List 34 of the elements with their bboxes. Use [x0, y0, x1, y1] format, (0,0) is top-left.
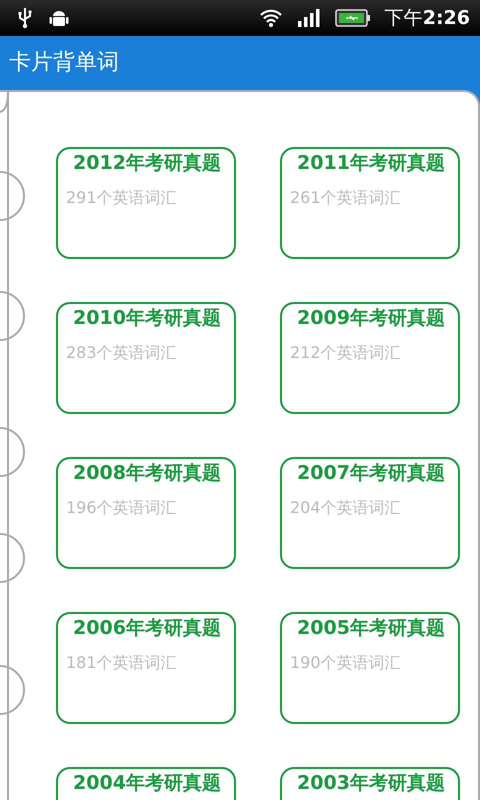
year-card[interactable]: 2003年考研真题 — [280, 767, 460, 800]
year-card[interactable]: 2012年考研真题 291个英语词汇 — [56, 147, 236, 259]
card-title: 2008年考研真题 — [72, 461, 222, 486]
word-count: 283个英语词汇 — [66, 343, 178, 364]
card-title: 2005年考研真题 — [296, 616, 446, 641]
card-title: 2007年考研真题 — [296, 461, 446, 486]
word-count: 181个英语词汇 — [66, 653, 178, 674]
battery-icon — [334, 9, 371, 27]
word-count: 261个英语词汇 — [290, 188, 402, 209]
wifi-icon — [258, 8, 283, 28]
word-count: 212个英语词汇 — [290, 343, 402, 364]
card-title: 2006年考研真题 — [72, 616, 222, 641]
year-card[interactable]: 2007年考研真题 204个英语词汇 — [280, 457, 460, 569]
card-title: 2004年考研真题 — [72, 771, 222, 796]
year-card[interactable]: 2010年考研真题 283个英语词汇 — [56, 302, 236, 414]
year-card[interactable]: 2006年考研真题 181个英语词汇 — [56, 612, 236, 724]
year-card[interactable]: 2009年考研真题 212个英语词汇 — [280, 302, 460, 414]
card-title: 2003年考研真题 — [296, 771, 446, 796]
year-card[interactable]: 2008年考研真题 196个英语词汇 — [56, 457, 236, 569]
card-title: 2011年考研真题 — [296, 151, 446, 176]
year-card[interactable]: 2004年考研真题 — [56, 767, 236, 800]
card-title: 2009年考研真题 — [296, 306, 446, 331]
word-count: 196个英语词汇 — [66, 498, 178, 519]
year-card[interactable]: 2011年考研真题 261个英语词汇 — [280, 147, 460, 259]
card-title: 2010年考研真题 — [72, 306, 222, 331]
word-count: 190个英语词汇 — [290, 653, 402, 674]
year-card[interactable]: 2005年考研真题 190个英语词汇 — [280, 612, 460, 724]
word-count: 291个英语词汇 — [66, 188, 178, 209]
usb-icon — [16, 7, 34, 29]
status-time: 下午2:26 — [384, 6, 470, 31]
card-title: 2012年考研真题 — [72, 151, 222, 176]
signal-icon — [296, 8, 321, 28]
app-title: 卡片背单词 — [9, 49, 119, 77]
word-count: 204个英语词汇 — [290, 498, 402, 519]
